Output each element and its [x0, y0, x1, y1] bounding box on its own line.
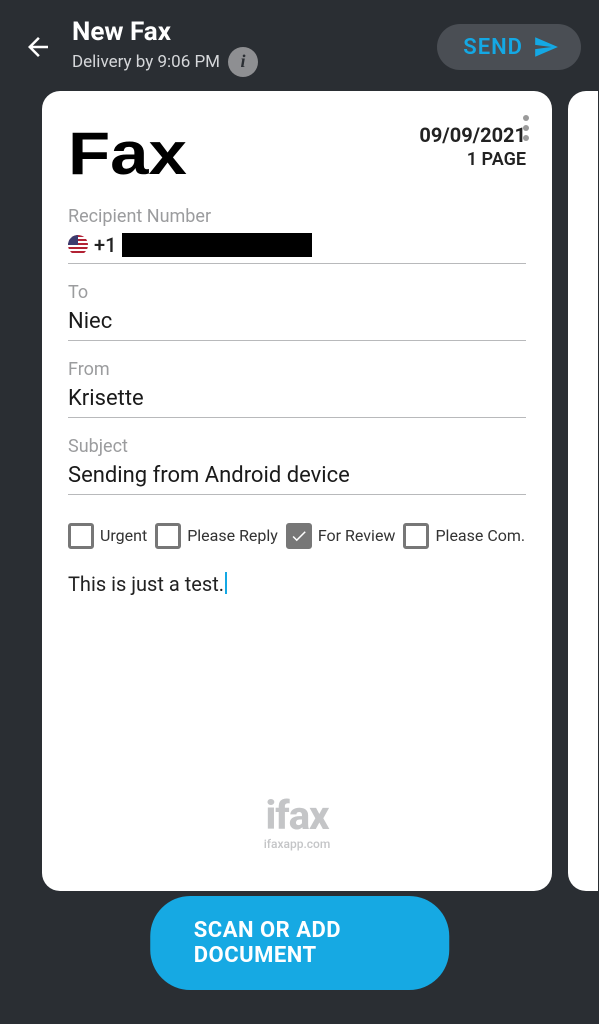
from-field[interactable]: From Krisette — [68, 359, 526, 418]
card-footer-brand: ifax ifaxapp.com — [68, 792, 526, 891]
message-text: This is just a test. — [68, 572, 224, 596]
ifax-url: ifaxapp.com — [68, 837, 526, 851]
checkbox-icon — [68, 523, 94, 549]
send-button[interactable]: SEND — [437, 24, 581, 70]
check-please-reply[interactable]: Please Reply — [155, 523, 278, 549]
next-card-peek[interactable] — [568, 91, 598, 891]
subject-value: Sending from Android device — [68, 463, 526, 495]
check-label: For Review — [318, 526, 396, 545]
subject-field[interactable]: Subject Sending from Android device — [68, 436, 526, 495]
to-label: To — [68, 282, 526, 303]
checkbox-icon — [155, 523, 181, 549]
header-titles: New Fax Delivery by 9:06 PM i — [72, 18, 423, 77]
scan-button-label: SCAN OR ADD DOCUMENT — [194, 918, 341, 968]
recipient-number-label: Recipient Number — [68, 206, 526, 227]
back-button[interactable] — [18, 27, 58, 67]
fax-title: Fax — [68, 119, 187, 188]
to-value: Niec — [68, 309, 526, 341]
check-urgent[interactable]: Urgent — [68, 523, 147, 549]
message-body[interactable]: This is just a test. — [68, 569, 526, 596]
us-flag-icon — [68, 235, 88, 255]
from-value: Krisette — [68, 386, 526, 418]
card-meta: 09/09/2021 1 PAGE — [419, 123, 526, 170]
checkbox-icon — [403, 523, 429, 549]
ifax-logo: ifax — [68, 792, 526, 839]
send-button-label: SEND — [463, 35, 523, 60]
fax-date: 09/09/2021 — [419, 123, 526, 147]
recipient-number-field[interactable]: Recipient Number +1 — [68, 206, 526, 264]
delivery-time: Delivery by 9:06 PM — [72, 52, 220, 72]
text-cursor — [225, 572, 227, 594]
from-label: From — [68, 359, 526, 380]
check-please-comment[interactable]: Please Com... — [403, 523, 526, 549]
checkbox-checked-icon — [286, 523, 312, 549]
to-field[interactable]: To Niec — [68, 282, 526, 341]
scan-or-add-document-button[interactable]: SCAN OR ADD DOCUMENT — [150, 896, 450, 990]
card-scroll-area: Fax 09/09/2021 1 PAGE Recipient Number +… — [0, 91, 599, 1024]
dial-code: +1 — [94, 233, 116, 257]
check-label: Please Com... — [435, 526, 526, 545]
send-icon — [533, 34, 559, 60]
fax-cover-card: Fax 09/09/2021 1 PAGE Recipient Number +… — [42, 91, 552, 891]
check-label: Urgent — [100, 526, 147, 545]
priority-checks: Urgent Please Reply For Review Please Co… — [68, 523, 526, 549]
fax-page-count: 1 PAGE — [419, 149, 526, 170]
app-header: New Fax Delivery by 9:06 PM i SEND — [0, 0, 599, 91]
page-title: New Fax — [72, 18, 423, 47]
check-for-review[interactable]: For Review — [286, 523, 396, 549]
check-label: Please Reply — [187, 526, 278, 545]
arrow-left-icon — [23, 32, 53, 62]
recipient-number-redacted — [122, 233, 312, 257]
subject-label: Subject — [68, 436, 526, 457]
info-icon[interactable]: i — [228, 47, 258, 77]
more-options-button[interactable] — [514, 111, 538, 145]
